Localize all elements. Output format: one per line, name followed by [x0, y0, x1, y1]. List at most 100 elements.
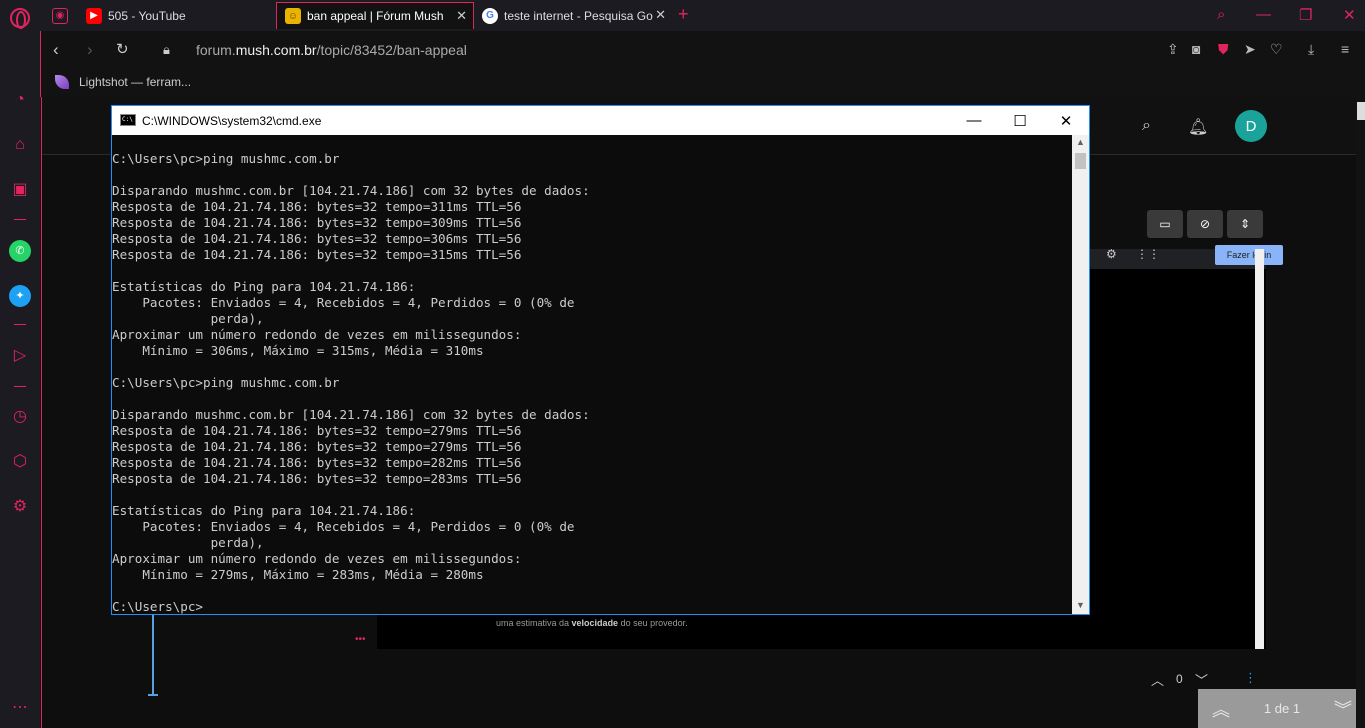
vote-count: 0: [1176, 672, 1183, 686]
reload-icon[interactable]: ↻: [116, 40, 129, 58]
page-scrollbar-thumb[interactable]: [1357, 102, 1365, 120]
screen: ◔ ⌂ ▣ ✆ ✦ ▷ ◷ ⬡ ⚙ ⋯ ◉ ▶ 505 - YouTube ☺ …: [0, 0, 1365, 728]
post-options-icon[interactable]: ⋮: [1244, 670, 1257, 686]
upvote-icon[interactable]: ︿: [1151, 670, 1164, 689]
cmd-scrollbar[interactable]: ▲ ▼: [1072, 135, 1089, 614]
bookmarks-bar: Lightshot — ferram...: [40, 69, 1365, 97]
downvote-icon[interactable]: ﹀: [1195, 670, 1208, 689]
whatsapp-icon[interactable]: ✆: [9, 240, 31, 262]
heart-icon[interactable]: ♡: [1270, 41, 1283, 58]
back-icon[interactable]: ‹: [53, 40, 59, 60]
cmd-line: Pacotes: Enviados = 4, Recebidos = 4, Pe…: [112, 519, 575, 534]
settings-gear-icon[interactable]: ⚙: [9, 496, 31, 518]
lock-icon[interactable]: 🔒︎: [163, 42, 170, 58]
cmd-line: Resposta de 104.21.74.186: bytes=32 temp…: [112, 199, 522, 214]
cmd-line: Mínimo = 279ms, Máximo = 283ms, Média = …: [112, 567, 484, 582]
opera-logo-icon[interactable]: [10, 8, 30, 29]
sort-icon[interactable]: ⇕: [1227, 210, 1263, 238]
apps-grid-icon: ⋮⋮: [1136, 247, 1160, 261]
search-tabs-icon[interactable]: ⌕: [1217, 6, 1225, 23]
close-tab-icon[interactable]: ✕: [456, 8, 467, 24]
cmd-window[interactable]: C:\ C:\WINDOWS\system32\cmd.exe — ☐ ✕ C:…: [111, 105, 1090, 615]
inbox-icon[interactable]: ▭: [1147, 210, 1183, 238]
cmd-line: [112, 359, 1072, 375]
cmd-line: [112, 263, 1072, 279]
cmd-line: [112, 167, 1072, 183]
last-page-icon[interactable]: ︾: [1334, 696, 1352, 722]
easy-setup-icon[interactable]: ≡: [1341, 41, 1349, 57]
tab-gx[interactable]: ◉: [44, 2, 78, 29]
cmd-line: perda),: [112, 311, 264, 326]
unfollow-icon[interactable]: ⊘: [1187, 210, 1223, 238]
cmd-line: Resposta de 104.21.74.186: bytes=32 temp…: [112, 231, 522, 246]
cmd-line: Resposta de 104.21.74.186: bytes=32 temp…: [112, 247, 522, 262]
twitch-icon[interactable]: ▣: [9, 179, 31, 201]
embed-google-bar: ⚙ ⋮⋮ Fazer login: [1090, 245, 1283, 269]
cmd-maximize-button[interactable]: ☐: [997, 106, 1043, 135]
lightshot-feather-icon: [55, 75, 69, 89]
first-page-icon[interactable]: ︽: [1212, 696, 1230, 722]
cmd-close-button[interactable]: ✕: [1043, 106, 1089, 135]
cmd-minimize-button[interactable]: —: [951, 106, 997, 135]
more-icon[interactable]: ⋯: [9, 697, 31, 719]
notifications-bell-icon[interactable]: 🔔︎: [1188, 117, 1208, 137]
cmd-line: Aproximar um número redondo de vezes em …: [112, 551, 522, 566]
cmd-scrollbar-thumb[interactable]: [1075, 153, 1086, 169]
cmd-line: Disparando mushmc.com.br [104.21.74.186]…: [112, 407, 590, 422]
download-icon[interactable]: ⤓: [1308, 41, 1314, 58]
cmd-icon: C:\: [120, 114, 136, 126]
extensions-icon[interactable]: ⌂: [9, 134, 31, 156]
cube-icon[interactable]: ⬡: [9, 451, 31, 473]
forward-icon[interactable]: ›: [87, 40, 93, 60]
cmd-titlebar[interactable]: C:\ C:\WINDOWS\system32\cmd.exe — ☐ ✕: [112, 106, 1089, 135]
tab-youtube[interactable]: ▶ 505 - YouTube: [78, 2, 276, 29]
tab-google[interactable]: G teste internet - Pesquisa Go ✕: [474, 2, 672, 29]
cmd-title: C:\WINDOWS\system32\cmd.exe: [142, 114, 322, 128]
scroll-up-icon[interactable]: ▲: [1075, 137, 1086, 147]
share-icon[interactable]: ⇪: [1167, 41, 1179, 58]
cmd-line: Estatísticas do Ping para 104.21.74.186:: [112, 279, 416, 294]
post-menu-icon[interactable]: •••: [355, 634, 366, 645]
avatar[interactable]: D: [1235, 110, 1267, 142]
close-tab-icon[interactable]: ✕: [655, 7, 666, 23]
sidebar-divider: [14, 219, 26, 220]
send-icon[interactable]: ➤: [1244, 41, 1256, 58]
bookmark-lightshot[interactable]: Lightshot — ferram...: [55, 75, 191, 89]
cmd-line: [112, 391, 1072, 407]
history-icon[interactable]: ◷: [9, 406, 31, 428]
mush-icon: ☺: [285, 8, 301, 24]
tab-bar: ◉ ▶ 505 - YouTube ☺ ban appeal | Fórum M…: [40, 0, 1365, 31]
cmd-output[interactable]: C:\Users\pc>ping mushmc.com.br Disparando…: [112, 135, 1072, 614]
page-scrollbar[interactable]: [1356, 97, 1365, 728]
settings-gear-icon: ⚙: [1106, 247, 1117, 261]
cmd-line: perda),: [112, 535, 264, 550]
camera-icon[interactable]: ◙: [1192, 41, 1200, 57]
browser-sidebar: ◔ ⌂ ▣ ✆ ✦ ▷ ◷ ⬡ ⚙ ⋯: [0, 0, 40, 728]
new-tab-icon[interactable]: +: [678, 4, 689, 25]
youtube-icon: ▶: [86, 7, 102, 24]
google-icon: G: [482, 7, 498, 24]
tab-title: teste internet - Pesquisa Go: [504, 8, 653, 23]
url-field[interactable]: forum.mush.com.br/topic/83452/ban-appeal: [196, 42, 467, 58]
cmd-line: C:\Users\pc>: [112, 599, 203, 614]
speed-dial-icon[interactable]: ◔: [9, 89, 31, 111]
close-window-icon[interactable]: ✕: [1343, 6, 1356, 24]
adblock-shield-icon[interactable]: ⛊: [1218, 41, 1229, 58]
search-icon[interactable]: ⌕: [1142, 117, 1151, 135]
tab-forum-mush[interactable]: ☺ ban appeal | Fórum Mush ✕: [276, 2, 474, 29]
sidebar-divider: [14, 324, 26, 325]
minimize-icon[interactable]: —: [1256, 6, 1271, 23]
twitter-icon[interactable]: ✦: [9, 285, 31, 307]
sidebar-divider: [14, 386, 26, 387]
timeline-bar[interactable]: [152, 615, 154, 695]
pager-label: 1 de 1: [1263, 701, 1301, 716]
cmd-line: Resposta de 104.21.74.186: bytes=32 temp…: [112, 471, 522, 486]
scroll-down-icon[interactable]: ▼: [1075, 600, 1086, 610]
cmd-line: Resposta de 104.21.74.186: bytes=32 temp…: [112, 215, 522, 230]
player-icon[interactable]: ▷: [9, 345, 31, 367]
cmd-line: Aproximar um número redondo de vezes em …: [112, 327, 522, 342]
cmd-line: [112, 487, 1072, 503]
cmd-line: [112, 583, 1072, 599]
cmd-line: C:\Users\pc>ping mushmc.com.br: [112, 151, 340, 166]
restore-icon[interactable]: ❐: [1299, 6, 1312, 24]
